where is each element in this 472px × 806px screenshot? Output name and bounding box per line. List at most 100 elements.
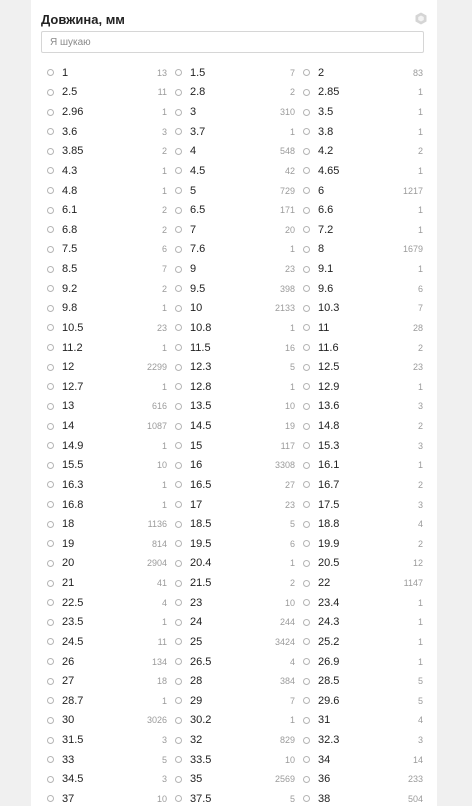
radio-circle-icon[interactable] — [47, 579, 54, 587]
filter-option[interactable]: 31 4 — [303, 711, 431, 731]
filter-option[interactable]: 3.8 1 — [303, 122, 431, 142]
radio-circle-icon[interactable] — [47, 206, 54, 214]
radio-circle-icon[interactable] — [175, 481, 182, 489]
filter-option[interactable]: 20.5 12 — [303, 554, 431, 574]
filter-option[interactable]: 2.5 11 — [47, 83, 175, 103]
hexagon-icon[interactable] — [414, 11, 428, 25]
radio-circle-icon[interactable] — [303, 795, 310, 803]
filter-option[interactable]: 20.4 1 — [175, 554, 303, 574]
radio-circle-icon[interactable] — [175, 167, 182, 175]
filter-option[interactable]: 11.5 16 — [175, 338, 303, 358]
radio-circle-icon[interactable] — [303, 501, 310, 509]
radio-circle-icon[interactable] — [175, 128, 182, 136]
radio-circle-icon[interactable] — [175, 618, 182, 626]
radio-circle-icon[interactable] — [175, 677, 182, 685]
filter-option[interactable]: 14.5 19 — [175, 416, 303, 436]
radio-circle-icon[interactable] — [47, 795, 54, 803]
filter-option[interactable]: 6.5 171 — [175, 200, 303, 220]
radio-circle-icon[interactable] — [175, 108, 182, 116]
radio-circle-icon[interactable] — [47, 422, 54, 430]
filter-option[interactable]: 16.3 1 — [47, 475, 175, 495]
radio-circle-icon[interactable] — [175, 716, 182, 724]
filter-option[interactable]: 29.6 5 — [303, 691, 431, 711]
radio-circle-icon[interactable] — [47, 167, 54, 175]
radio-circle-icon[interactable] — [47, 128, 54, 136]
radio-circle-icon[interactable] — [47, 324, 54, 332]
radio-circle-icon[interactable] — [303, 461, 310, 469]
filter-option[interactable]: 33 5 — [47, 750, 175, 770]
radio-circle-icon[interactable] — [47, 618, 54, 626]
radio-circle-icon[interactable] — [303, 167, 310, 175]
filter-option[interactable]: 24.5 11 — [47, 632, 175, 652]
filter-option[interactable]: 9.6 6 — [303, 279, 431, 299]
filter-option[interactable]: 13.6 3 — [303, 397, 431, 417]
radio-circle-icon[interactable] — [47, 697, 54, 705]
radio-circle-icon[interactable] — [47, 402, 54, 410]
radio-circle-icon[interactable] — [303, 579, 310, 587]
filter-option[interactable]: 7.5 6 — [47, 240, 175, 260]
radio-circle-icon[interactable] — [175, 795, 182, 803]
filter-option[interactable]: 22.5 4 — [47, 593, 175, 613]
radio-circle-icon[interactable] — [303, 363, 310, 371]
filter-option[interactable]: 5 729 — [175, 181, 303, 201]
radio-circle-icon[interactable] — [303, 324, 310, 332]
filter-option[interactable]: 4 548 — [175, 142, 303, 162]
filter-option[interactable]: 11.2 1 — [47, 338, 175, 358]
radio-circle-icon[interactable] — [175, 579, 182, 587]
filter-option[interactable]: 4.65 1 — [303, 161, 431, 181]
filter-option[interactable]: 12.8 1 — [175, 377, 303, 397]
filter-option[interactable]: 25 3424 — [175, 632, 303, 652]
radio-circle-icon[interactable] — [175, 363, 182, 371]
radio-circle-icon[interactable] — [303, 716, 310, 724]
radio-circle-icon[interactable] — [303, 442, 310, 450]
filter-option[interactable]: 10 2133 — [175, 299, 303, 319]
filter-option[interactable]: 21.5 2 — [175, 573, 303, 593]
filter-option[interactable]: 23.4 1 — [303, 593, 431, 613]
radio-circle-icon[interactable] — [175, 69, 182, 77]
radio-circle-icon[interactable] — [303, 304, 310, 312]
radio-circle-icon[interactable] — [47, 226, 54, 234]
filter-option[interactable]: 12.7 1 — [47, 377, 175, 397]
radio-circle-icon[interactable] — [47, 658, 54, 666]
filter-option[interactable]: 2 83 — [303, 63, 431, 83]
filter-option[interactable]: 33.5 10 — [175, 750, 303, 770]
radio-circle-icon[interactable] — [47, 481, 54, 489]
radio-circle-icon[interactable] — [303, 756, 310, 764]
radio-circle-icon[interactable] — [303, 128, 310, 136]
filter-option[interactable]: 7.2 1 — [303, 220, 431, 240]
filter-option[interactable]: 6.8 2 — [47, 220, 175, 240]
radio-circle-icon[interactable] — [303, 383, 310, 391]
radio-circle-icon[interactable] — [175, 658, 182, 666]
filter-option[interactable]: 11 28 — [303, 318, 431, 338]
radio-circle-icon[interactable] — [47, 736, 54, 744]
radio-circle-icon[interactable] — [175, 88, 182, 96]
filter-option[interactable]: 3.6 3 — [47, 122, 175, 142]
filter-option[interactable]: 22 1147 — [303, 573, 431, 593]
radio-circle-icon[interactable] — [175, 638, 182, 646]
search-input[interactable] — [41, 31, 424, 53]
radio-circle-icon[interactable] — [175, 422, 182, 430]
filter-option[interactable]: 37.5 5 — [175, 789, 303, 806]
radio-circle-icon[interactable] — [175, 520, 182, 528]
radio-circle-icon[interactable] — [175, 147, 182, 155]
radio-circle-icon[interactable] — [175, 501, 182, 509]
filter-option[interactable]: 16 3308 — [175, 456, 303, 476]
radio-circle-icon[interactable] — [303, 69, 310, 77]
filter-option[interactable]: 14.9 1 — [47, 436, 175, 456]
filter-option[interactable]: 18.5 5 — [175, 514, 303, 534]
filter-option[interactable]: 13.5 10 — [175, 397, 303, 417]
radio-circle-icon[interactable] — [303, 540, 310, 548]
radio-circle-icon[interactable] — [175, 540, 182, 548]
filter-option[interactable]: 30.2 1 — [175, 711, 303, 731]
radio-circle-icon[interactable] — [303, 265, 310, 273]
filter-option[interactable]: 7 20 — [175, 220, 303, 240]
radio-circle-icon[interactable] — [303, 481, 310, 489]
filter-option[interactable]: 7.6 1 — [175, 240, 303, 260]
filter-option[interactable]: 30 3026 — [47, 711, 175, 731]
filter-option[interactable]: 2.96 1 — [47, 102, 175, 122]
radio-circle-icon[interactable] — [303, 187, 310, 195]
radio-circle-icon[interactable] — [47, 677, 54, 685]
radio-circle-icon[interactable] — [47, 108, 54, 116]
filter-option[interactable]: 14 1087 — [47, 416, 175, 436]
filter-option[interactable]: 2.85 1 — [303, 83, 431, 103]
